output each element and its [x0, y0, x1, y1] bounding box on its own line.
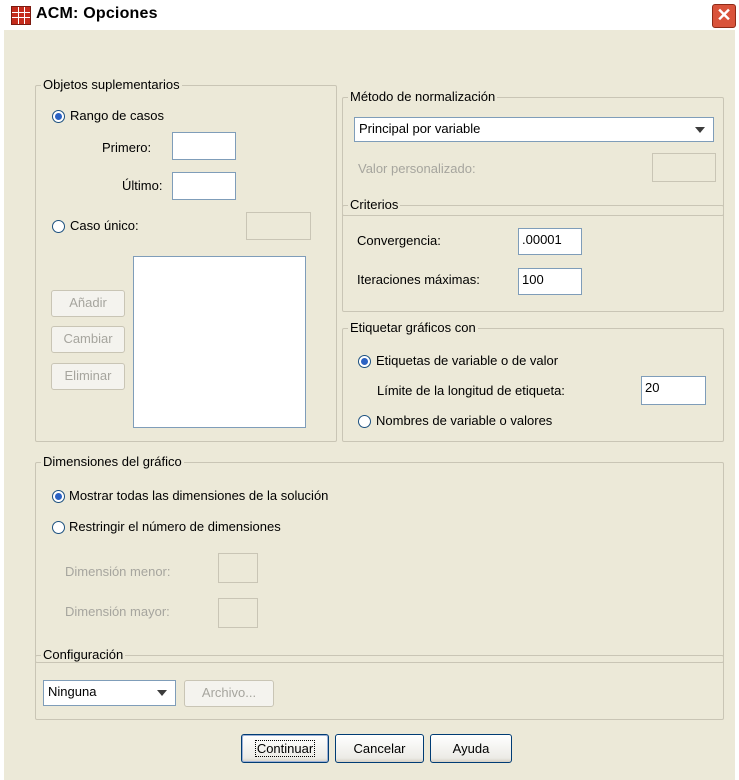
- show-all-dimensions-label: Mostrar todas las dimensiones de la solu…: [69, 488, 329, 503]
- spss-app-icon: [11, 6, 31, 25]
- restrict-dimensions-radio[interactable]: [52, 521, 65, 534]
- label-limit-label: Límite de la longitud de etiqueta:: [377, 383, 565, 398]
- range-radio[interactable]: [52, 110, 65, 123]
- dialog-window: ACM: Opciones ✕ Objetos suplementarios R…: [0, 0, 739, 780]
- upper-dimension-input[interactable]: [218, 598, 258, 628]
- single-case-radio[interactable]: [52, 220, 65, 233]
- max-iterations-label: Iteraciones máximas:: [357, 272, 480, 287]
- help-button[interactable]: Ayuda: [430, 734, 512, 763]
- first-label: Primero:: [102, 140, 152, 155]
- normalization-legend: Método de normalización: [348, 89, 498, 104]
- change-button[interactable]: Cambiar: [51, 326, 125, 353]
- custom-value-input[interactable]: [652, 153, 716, 182]
- convergence-input[interactable]: .00001: [518, 228, 582, 255]
- range-label: Rango de casos: [70, 108, 164, 123]
- continue-label: Continuar: [254, 740, 316, 757]
- lower-dimension-label: Dimensión menor:: [65, 564, 171, 579]
- single-case-input[interactable]: [246, 212, 311, 240]
- chevron-down-icon: [157, 690, 167, 696]
- remove-button[interactable]: Eliminar: [51, 363, 125, 390]
- cancel-button[interactable]: Cancelar: [335, 734, 424, 763]
- variable-labels-label: Etiquetas de variable o de valor: [376, 353, 559, 368]
- title-bar[interactable]: ACM: Opciones ✕: [0, 0, 739, 31]
- close-icon[interactable]: ✕: [712, 4, 736, 28]
- supplementary-objects-group: Objetos suplementarios Rango de casos Pr…: [35, 77, 337, 442]
- variable-names-radio[interactable]: [358, 415, 371, 428]
- label-limit-input[interactable]: 20: [641, 376, 706, 405]
- configuration-group: Configuración Ninguna Archivo...: [35, 647, 724, 720]
- variable-names-label: Nombres de variable o valores: [376, 413, 553, 428]
- custom-value-label: Valor personalizado:: [358, 161, 476, 176]
- continue-button[interactable]: Continuar: [241, 734, 329, 763]
- first-input[interactable]: [172, 132, 236, 160]
- upper-dimension-label: Dimensión mayor:: [65, 604, 170, 619]
- right-edge: [735, 30, 739, 780]
- last-label: Último:: [122, 178, 163, 193]
- variable-labels-radio[interactable]: [358, 355, 371, 368]
- dialog-content: Objetos suplementarios Rango de casos Pr…: [4, 30, 735, 780]
- criteria-group: Criterios Convergencia: .00001 Iteracion…: [342, 197, 724, 312]
- plot-labels-legend: Etiquetar gráficos con: [348, 320, 478, 335]
- chevron-down-icon: [695, 127, 705, 133]
- lower-dimension-input[interactable]: [218, 553, 258, 583]
- plot-dimensions-legend: Dimensiones del gráfico: [41, 454, 184, 469]
- restrict-dimensions-label: Restringir el número de dimensiones: [69, 519, 281, 534]
- plot-dimensions-group: Dimensiones del gráfico Mostrar todas la…: [35, 454, 724, 663]
- show-all-dimensions-radio[interactable]: [52, 490, 65, 503]
- single-case-label: Caso único:: [70, 218, 139, 233]
- normalization-select[interactable]: Principal por variable: [354, 117, 714, 142]
- configuration-select[interactable]: Ninguna: [43, 680, 176, 706]
- configuration-legend: Configuración: [41, 647, 126, 662]
- convergence-label: Convergencia:: [357, 233, 441, 248]
- supplementary-legend: Objetos suplementarios: [41, 77, 182, 92]
- plot-labels-group: Etiquetar gráficos con Etiquetas de vari…: [342, 320, 724, 442]
- normalization-selected: Principal por variable: [359, 121, 481, 136]
- last-input[interactable]: [172, 172, 236, 200]
- add-button[interactable]: Añadir: [51, 290, 125, 317]
- file-button[interactable]: Archivo...: [184, 680, 274, 707]
- criteria-legend: Criterios: [348, 197, 401, 212]
- window-title: ACM: Opciones: [36, 5, 158, 22]
- supplementary-list[interactable]: [133, 256, 306, 428]
- configuration-selected: Ninguna: [48, 684, 97, 699]
- max-iterations-input[interactable]: 100: [518, 268, 582, 295]
